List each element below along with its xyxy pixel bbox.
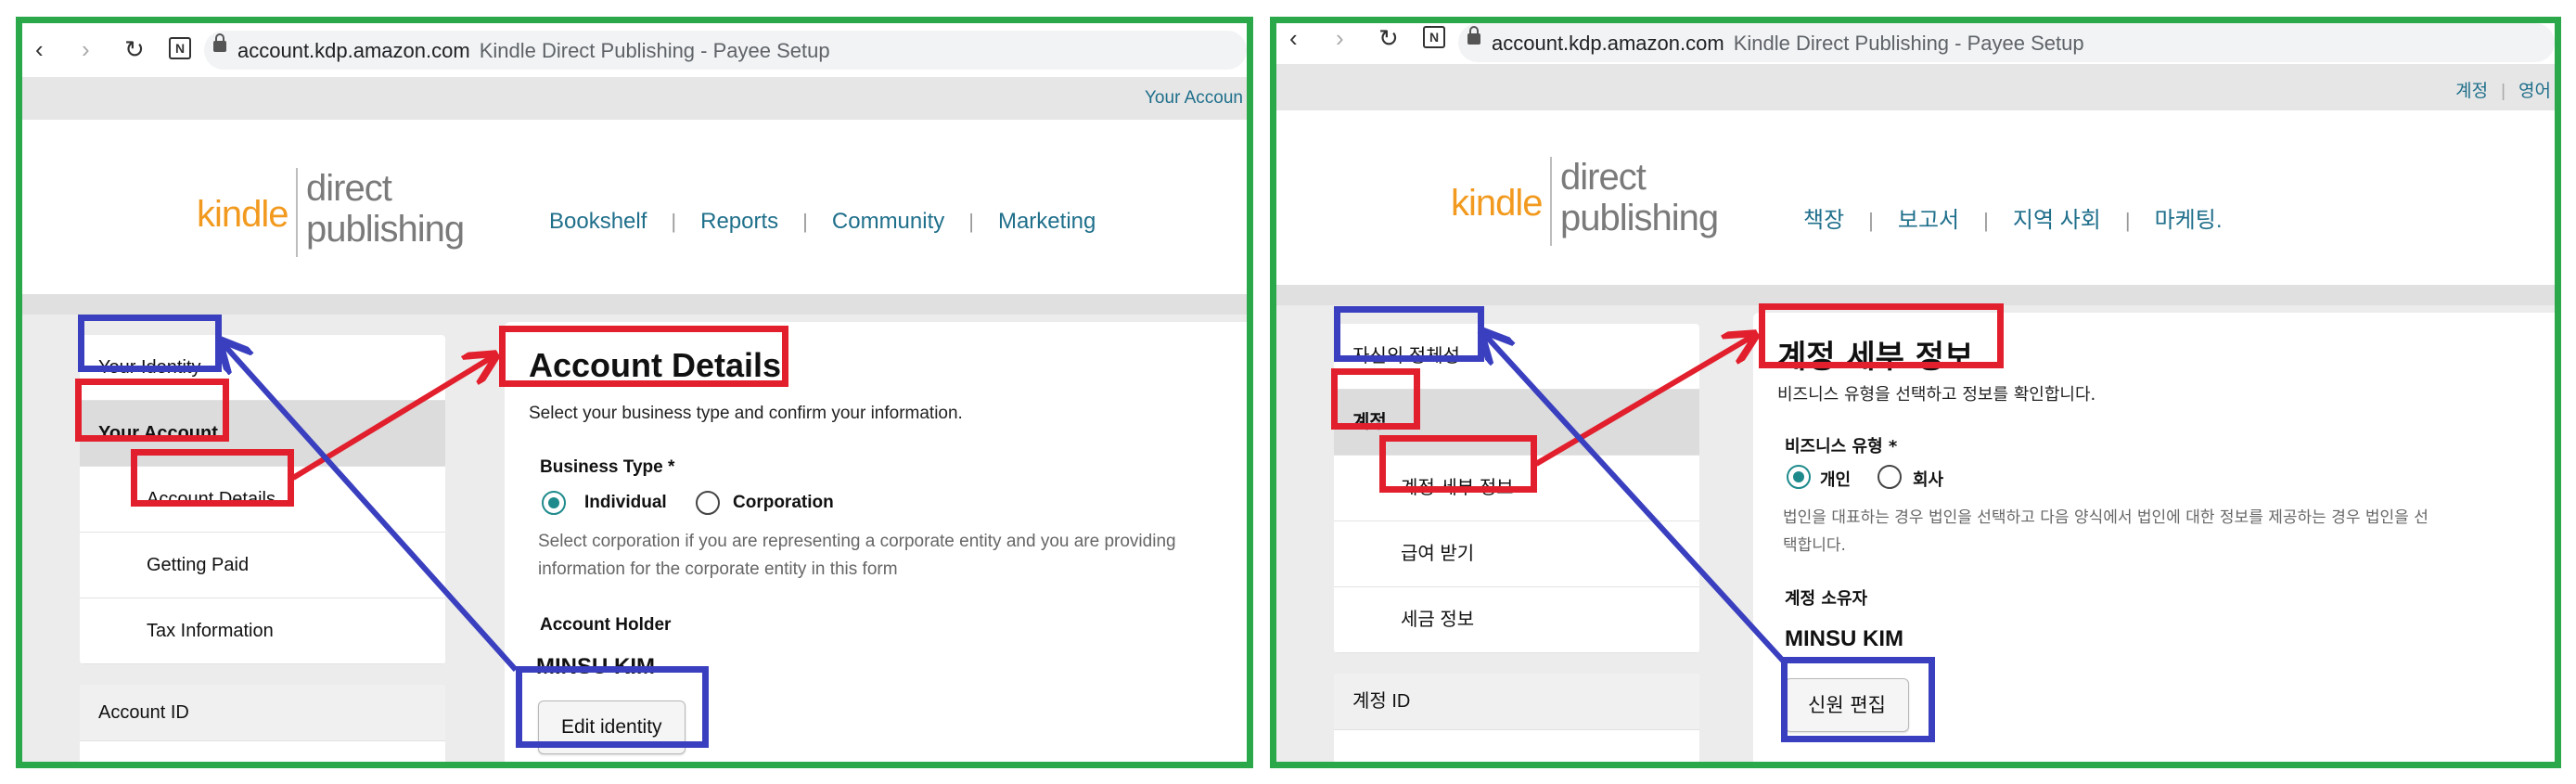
your-account-link[interactable]: Your Accoun [1145,88,1243,108]
nav-marketing[interactable]: 마케팅. [2155,201,2223,234]
content-area: Your Identity Your Account Account Detai… [22,294,1247,762]
url-text: account.kdp.amazon.com Kindle Direct Publ… [1492,32,2084,55]
account-id-value [1334,730,1699,762]
content-divider [1276,285,2555,305]
nav-reports[interactable]: Reports [700,209,778,235]
sidebar-item-your-account[interactable]: Your Account [80,401,445,467]
nav-marketing[interactable]: Marketing [998,209,1096,235]
main-nav: Bookshelf | Reports | Community | Marketing [549,209,1096,235]
corporation-label[interactable]: Corporation [733,493,834,513]
sidebar-item-account-details[interactable]: Account Details [80,467,445,533]
kdp-header: kindle direct publishing 책장 | 보고서 | 지역 사회 | 마케팅… [1276,110,2555,285]
corporation-radio[interactable] [696,491,720,515]
korean-screenshot-panel: ‹ › ↻ N account.kdp.amazon.com Kindle Dir… [1270,17,2561,768]
individual-label[interactable]: Individual [584,493,667,513]
account-holder-label: Account Holder [540,615,672,635]
url-text: account.kdp.amazon.com Kindle Direct Publ… [237,39,830,62]
page-title-text: Kindle Direct Publishing - Payee Setup [479,39,830,62]
business-type-label: Business Type * [540,457,675,477]
account-id-label: 계정 ID [1334,674,1699,730]
kindle-logo-text: kindle [1451,183,1544,224]
sidebar: Your Identity Your Account Account Detai… [80,335,445,762]
corporation-label[interactable]: 회사 [1913,467,1943,491]
account-details-card: 계정 세부 정보 비즈니스 유형을 선택하고 정보를 확인합니다. 비즈니스 유… [1753,313,2555,762]
account-link[interactable]: 계정 [2455,82,2488,101]
nav-bookshelf[interactable]: Bookshelf [549,209,647,235]
nav-reports[interactable]: 보고서 [1898,201,1959,234]
page-title-text: Kindle Direct Publishing - Payee Setup [1733,32,2084,55]
sidebar-item-tax-information[interactable]: 세금 정보 [1334,587,1699,653]
kdp-top-strip: Your Accoun [22,77,1247,121]
logo-divider [296,168,298,257]
direct-publishing-logo-text: direct publishing [306,168,465,250]
lock-icon [213,33,226,52]
edit-identity-button[interactable]: Edit identity [538,700,686,754]
account-holder-value: MINSU KIM [536,654,655,679]
business-type-label: 비즈니스 유형 * [1785,437,1898,456]
direct-publishing-logo-text: direct publishing [1560,157,1719,238]
forward-icon[interactable]: › [1336,25,1344,51]
sidebar-menu: 자신의 정체성 계정 계정 세부 정보 급여 받기 세금 정보 [1334,324,1699,653]
nav-community[interactable]: 지역 사회 [2013,201,2101,234]
individual-radio[interactable] [1787,465,1811,489]
nav-bookshelf[interactable]: 책장 [1803,201,1844,234]
business-type-help-text: Select corporation if you are representi… [538,532,1176,579]
kdp-logo[interactable]: kindle direct publishing [197,168,475,257]
kdp-top-strip: 계정 | 영어 [1276,64,2555,111]
kdp-header: kindle direct publishing Bookshelf | Report… [22,120,1247,294]
sidebar-item-your-account[interactable]: 계정 [1334,390,1699,456]
browser-toolbar: ‹ › ↻ N account.kdp.amazon.com Kindle Dir… [1276,23,2555,64]
browser-toolbar: ‹ › ↻ N account.kdp.amazon.com Kindle Dir… [22,23,1247,77]
kdp-logo[interactable]: kindle direct publishing [1451,157,1729,246]
sidebar-item-account-details[interactable]: 계정 세부 정보 [1334,456,1699,521]
nav-community[interactable]: Community [832,209,944,235]
n-extension-icon[interactable]: N [169,37,191,59]
edit-identity-button[interactable]: 신원 편집 [1785,678,1909,732]
reload-icon[interactable]: ↻ [124,36,145,62]
english-screenshot-panel: ‹ › ↻ N account.kdp.amazon.com Kindle Dir… [16,17,1253,768]
kindle-logo-text: kindle [197,194,289,235]
business-type-help-text: 법인을 대표하는 경우 법인을 선택하고 다음 양식에서 법인에 대한 정보를 … [1783,508,2429,555]
language-link[interactable]: 영어 [2518,82,2551,101]
account-holder-value: MINSU KIM [1785,626,1903,651]
account-id-value: A3OKA0SIFW1CAF [80,741,445,762]
sidebar-item-your-identity[interactable]: Your Identity [80,335,445,401]
forward-icon[interactable]: › [82,36,90,62]
account-holder-label: 계정 소유자 [1785,589,1868,609]
content-area: 자신의 정체성 계정 계정 세부 정보 급여 받기 세금 정보 계정 ID 계정… [1276,285,2555,762]
account-id-box: 계정 ID [1334,674,1699,762]
address-bar[interactable]: account.kdp.amazon.com Kindle Direct Publ… [1458,23,2555,62]
lock-icon [1467,26,1480,45]
sidebar-item-tax-information[interactable]: Tax Information [80,598,445,664]
account-details-heading: Account Details [529,346,782,384]
reload-icon[interactable]: ↻ [1378,25,1399,51]
account-details-description: 비즈니스 유형을 선택하고 정보를 확인합니다. [1777,385,2096,405]
account-details-heading: 계정 세부 정보 [1777,339,1974,376]
back-icon[interactable]: ‹ [35,36,44,62]
corporation-radio[interactable] [1878,465,1902,489]
n-extension-icon[interactable]: N [1423,26,1445,48]
individual-radio[interactable] [542,491,566,515]
main-nav: 책장 | 보고서 | 지역 사회 | 마케팅. [1803,201,2223,234]
individual-label[interactable]: 개인 [1820,467,1851,491]
address-bar[interactable]: account.kdp.amazon.com Kindle Direct Publ… [204,31,1247,70]
account-id-label: Account ID [80,685,445,741]
back-icon[interactable]: ‹ [1289,25,1298,51]
sidebar-item-getting-paid[interactable]: 급여 받기 [1334,521,1699,587]
sidebar-item-getting-paid[interactable]: Getting Paid [80,533,445,598]
sidebar-item-your-identity[interactable]: 자신의 정체성 [1334,324,1699,390]
logo-divider [1550,157,1552,246]
sidebar: 자신의 정체성 계정 계정 세부 정보 급여 받기 세금 정보 계정 ID [1334,324,1699,762]
account-details-card: Account Details Select your business typ… [505,322,1247,762]
account-details-description: Select your business type and confirm yo… [529,404,963,423]
sidebar-menu: Your Identity Your Account Account Detai… [80,335,445,664]
content-divider [22,294,1247,315]
account-id-box: Account ID A3OKA0SIFW1CAF [80,685,445,762]
